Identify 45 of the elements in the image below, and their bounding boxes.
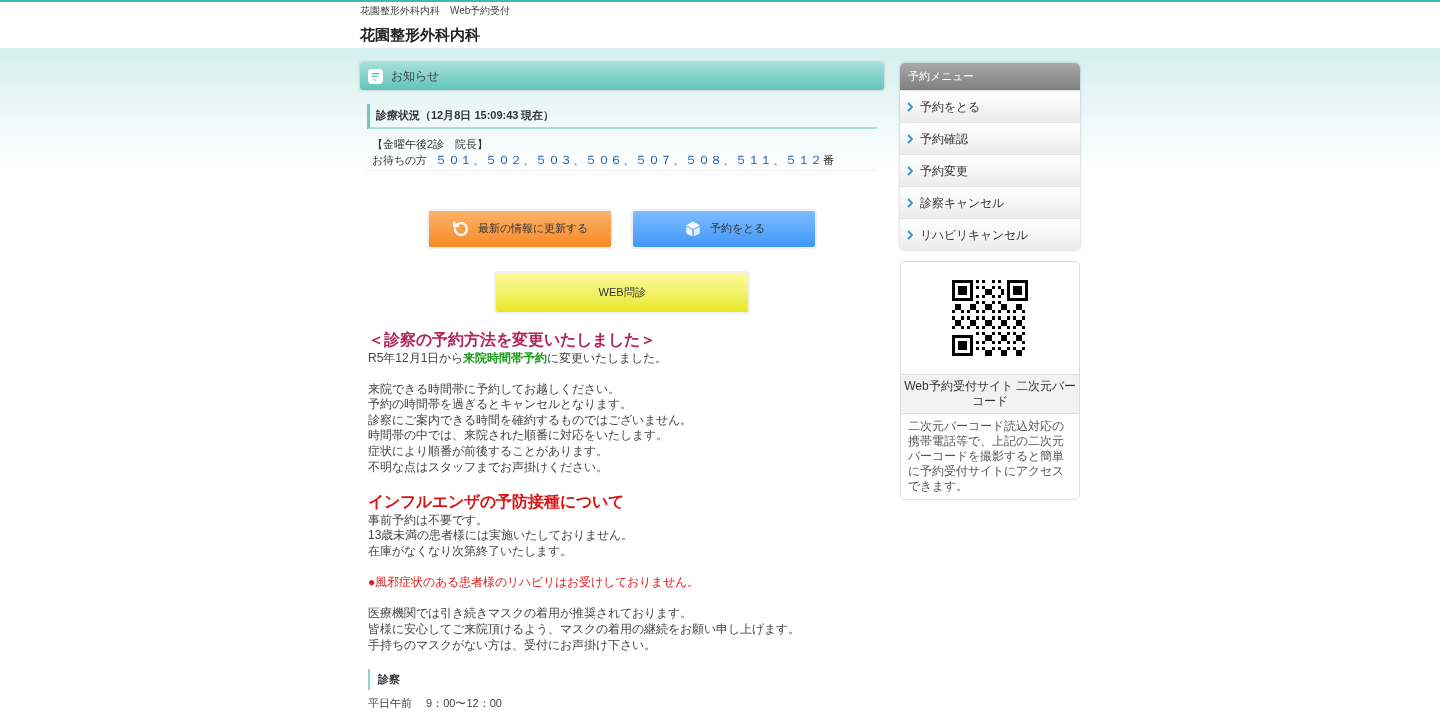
site-title: 花園整形外科内科 xyxy=(360,25,481,45)
notice-text: 不明な点はスタッフまでお声掛けください。 xyxy=(368,459,609,476)
menu-item[interactable]: 診察キャンセル xyxy=(900,186,1080,218)
notice-text: 事前予約は不要です。 xyxy=(368,512,489,529)
breadcrumb: 花園整形外科内科 Web予約受付 xyxy=(360,5,512,17)
menu-header: 予約メニュー xyxy=(900,63,1080,90)
hours-heading: 診察 xyxy=(368,668,877,691)
notice-text: R5年12月1日から来院時間帯予約に変更いたしました。 xyxy=(368,350,669,367)
reserve-button[interactable]: 予約をとる xyxy=(631,208,818,249)
notice-text: 皆様に安心してご来院頂けるよう、マスクの着用の継続をお願い申し上げます。 xyxy=(368,622,801,638)
chevron-right-icon xyxy=(907,197,914,208)
notice-text: 在庫がなくなり次第終了いたします。 xyxy=(368,544,573,560)
chevron-right-icon xyxy=(907,133,914,144)
notice-text: 診察にご案内できる時間を確約するものではございません。 xyxy=(368,412,693,429)
web-questionnaire-button[interactable]: WEB問診 xyxy=(494,270,751,314)
notice-text: 時間帯の中では、来院された順番に対応をいたします。 xyxy=(368,428,669,445)
notice-text: 予約の時間帯を過ぎるとキャンセルとなります。 xyxy=(368,397,633,413)
speech-bubble-icon xyxy=(368,68,383,84)
notice-heading: ＜診察の予約方法を変更いたしました＞ xyxy=(368,329,657,350)
menu-item[interactable]: リハビリキャンセル xyxy=(900,218,1080,250)
refresh-button[interactable]: 最新の情報に更新する xyxy=(427,208,614,249)
session-label: 【金曜午後2診 院長】 xyxy=(372,136,490,152)
qr-caption: Web予約受付サイト 二次元バーコード xyxy=(901,374,1079,414)
chevron-right-icon xyxy=(907,229,914,240)
status-heading: 診療状況（12月8日 15:09:43 現在） xyxy=(367,104,878,129)
cube-icon xyxy=(683,219,702,238)
notice-panel-title: お知らせ xyxy=(391,68,439,85)
menu-item[interactable]: 予約確認 xyxy=(900,122,1080,154)
hours-text: 平日午前 9：00〜12：00 xyxy=(368,696,503,712)
notice-text: 医療機関では引き続きマスクの着用が推奨されております。 xyxy=(368,606,693,622)
alert-text: ●風邪症状のある患者様のリハビリはお受けしておりません。 xyxy=(368,575,701,591)
waiting-numbers: ５０１、５０２、５０３、５０６、５０７、５０８、５１１、５１２ xyxy=(435,151,823,168)
refresh-icon xyxy=(452,219,471,238)
menu-item[interactable]: 予約をとる xyxy=(900,90,1080,122)
notice-heading: インフルエンザの予防接種について xyxy=(368,491,625,512)
notice-text: 来院できる時間帯に予約してお越しください。 xyxy=(368,381,621,398)
number-suffix: 番 xyxy=(822,152,834,168)
menu-item[interactable]: 予約変更 xyxy=(900,154,1080,186)
notice-text: 症状により順番が前後することがあります。 xyxy=(368,444,609,460)
waiting-label: お待ちの方 xyxy=(372,152,427,168)
chevron-right-icon xyxy=(907,101,914,112)
qr-description: 二次元バーコード読込対応の携帯電話等で、上記の二次元バーコードを撮影すると簡単に予約受付サイトにアクセスできます。 xyxy=(907,418,1066,495)
chevron-right-icon xyxy=(907,165,914,176)
notice-text: 手持ちのマスクがない方は、受付にお声掛け下さい。 xyxy=(368,637,657,654)
notice-text: 13歳未満の患者様には実施いたしておりません。 xyxy=(368,528,635,545)
